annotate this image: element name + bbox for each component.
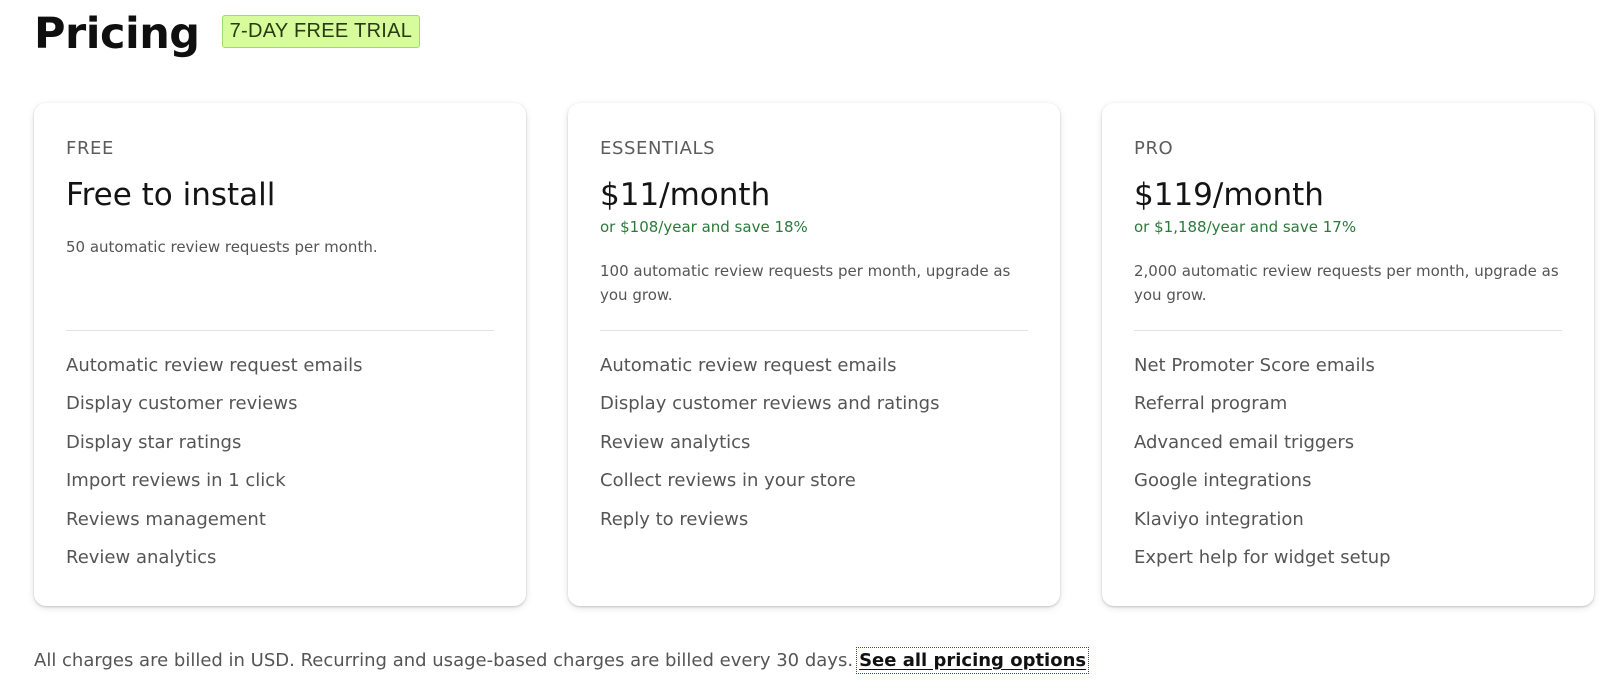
feature-item: Google integrations: [1134, 470, 1312, 492]
feature-item: Import reviews in 1 click: [66, 470, 286, 492]
feature-item: Expert help for widget setup: [1134, 547, 1391, 569]
billing-footer: All charges are billed in USD. Recurring…: [34, 647, 1090, 674]
plan-divider: [1134, 330, 1562, 331]
plan-card-free: FREE Free to install 50 automatic review…: [34, 103, 526, 606]
billing-note: All charges are billed in USD. Recurring…: [34, 650, 854, 671]
feature-item: Reply to reviews: [600, 508, 749, 530]
plan-card-pro: PRO $119/month or $1,188/year and save 1…: [1102, 103, 1594, 606]
plan-divider: [600, 330, 1028, 331]
see-all-pricing-link[interactable]: See all pricing options: [856, 647, 1090, 674]
plan-tier: FREE: [66, 138, 115, 159]
feature-item: Automatic review request emails: [600, 355, 897, 376]
feature-item: Automatic review request emails: [66, 355, 363, 376]
feature-item: Collect reviews in your store: [600, 470, 856, 492]
feature-item: Referral program: [1134, 393, 1288, 415]
plan-price: Free to install: [66, 177, 276, 213]
plan-tier: PRO: [1134, 138, 1174, 159]
feature-item: Display customer reviews and ratings: [600, 393, 940, 415]
plan-features: Automatic review request emails Display …: [600, 347, 939, 539]
feature-item: Reviews management: [66, 508, 266, 530]
feature-item: Advanced email triggers: [1134, 431, 1355, 453]
plan-annual-price: or $1,188/year and save 17%: [1134, 218, 1357, 236]
feature-item: Display customer reviews: [66, 393, 298, 415]
plan-tier: ESSENTIALS: [600, 138, 716, 159]
feature-item: Display star ratings: [66, 431, 242, 453]
plan-price: $11/month: [600, 177, 771, 213]
plan-divider: [66, 330, 494, 331]
feature-item: Klaviyo integration: [1134, 508, 1304, 530]
plan-price: $119/month: [1134, 177, 1324, 213]
pricing-header: Pricing 7-DAY FREE TRIAL: [34, 6, 421, 62]
feature-item: Review analytics: [66, 547, 217, 569]
plan-description: 50 automatic review requests per month.: [66, 238, 378, 256]
plan-card-essentials: ESSENTIALS $11/month or $108/year and sa…: [568, 103, 1060, 606]
plan-description: 100 automatic review requests per month,…: [600, 262, 1011, 304]
plan-annual-price: or $108/year and save 18%: [600, 218, 808, 236]
page-title: Pricing: [34, 9, 200, 59]
feature-item: Review analytics: [600, 431, 751, 453]
plan-features: Net Promoter Score emails Referral progr…: [1134, 347, 1391, 577]
plan-features: Automatic review request emails Display …: [66, 347, 362, 577]
feature-item: Net Promoter Score emails: [1134, 355, 1375, 376]
plan-description: 2,000 automatic review requests per mont…: [1134, 262, 1559, 304]
pricing-cards: FREE Free to install 50 automatic review…: [34, 103, 1594, 606]
trial-badge: 7-DAY FREE TRIAL: [221, 14, 421, 48]
